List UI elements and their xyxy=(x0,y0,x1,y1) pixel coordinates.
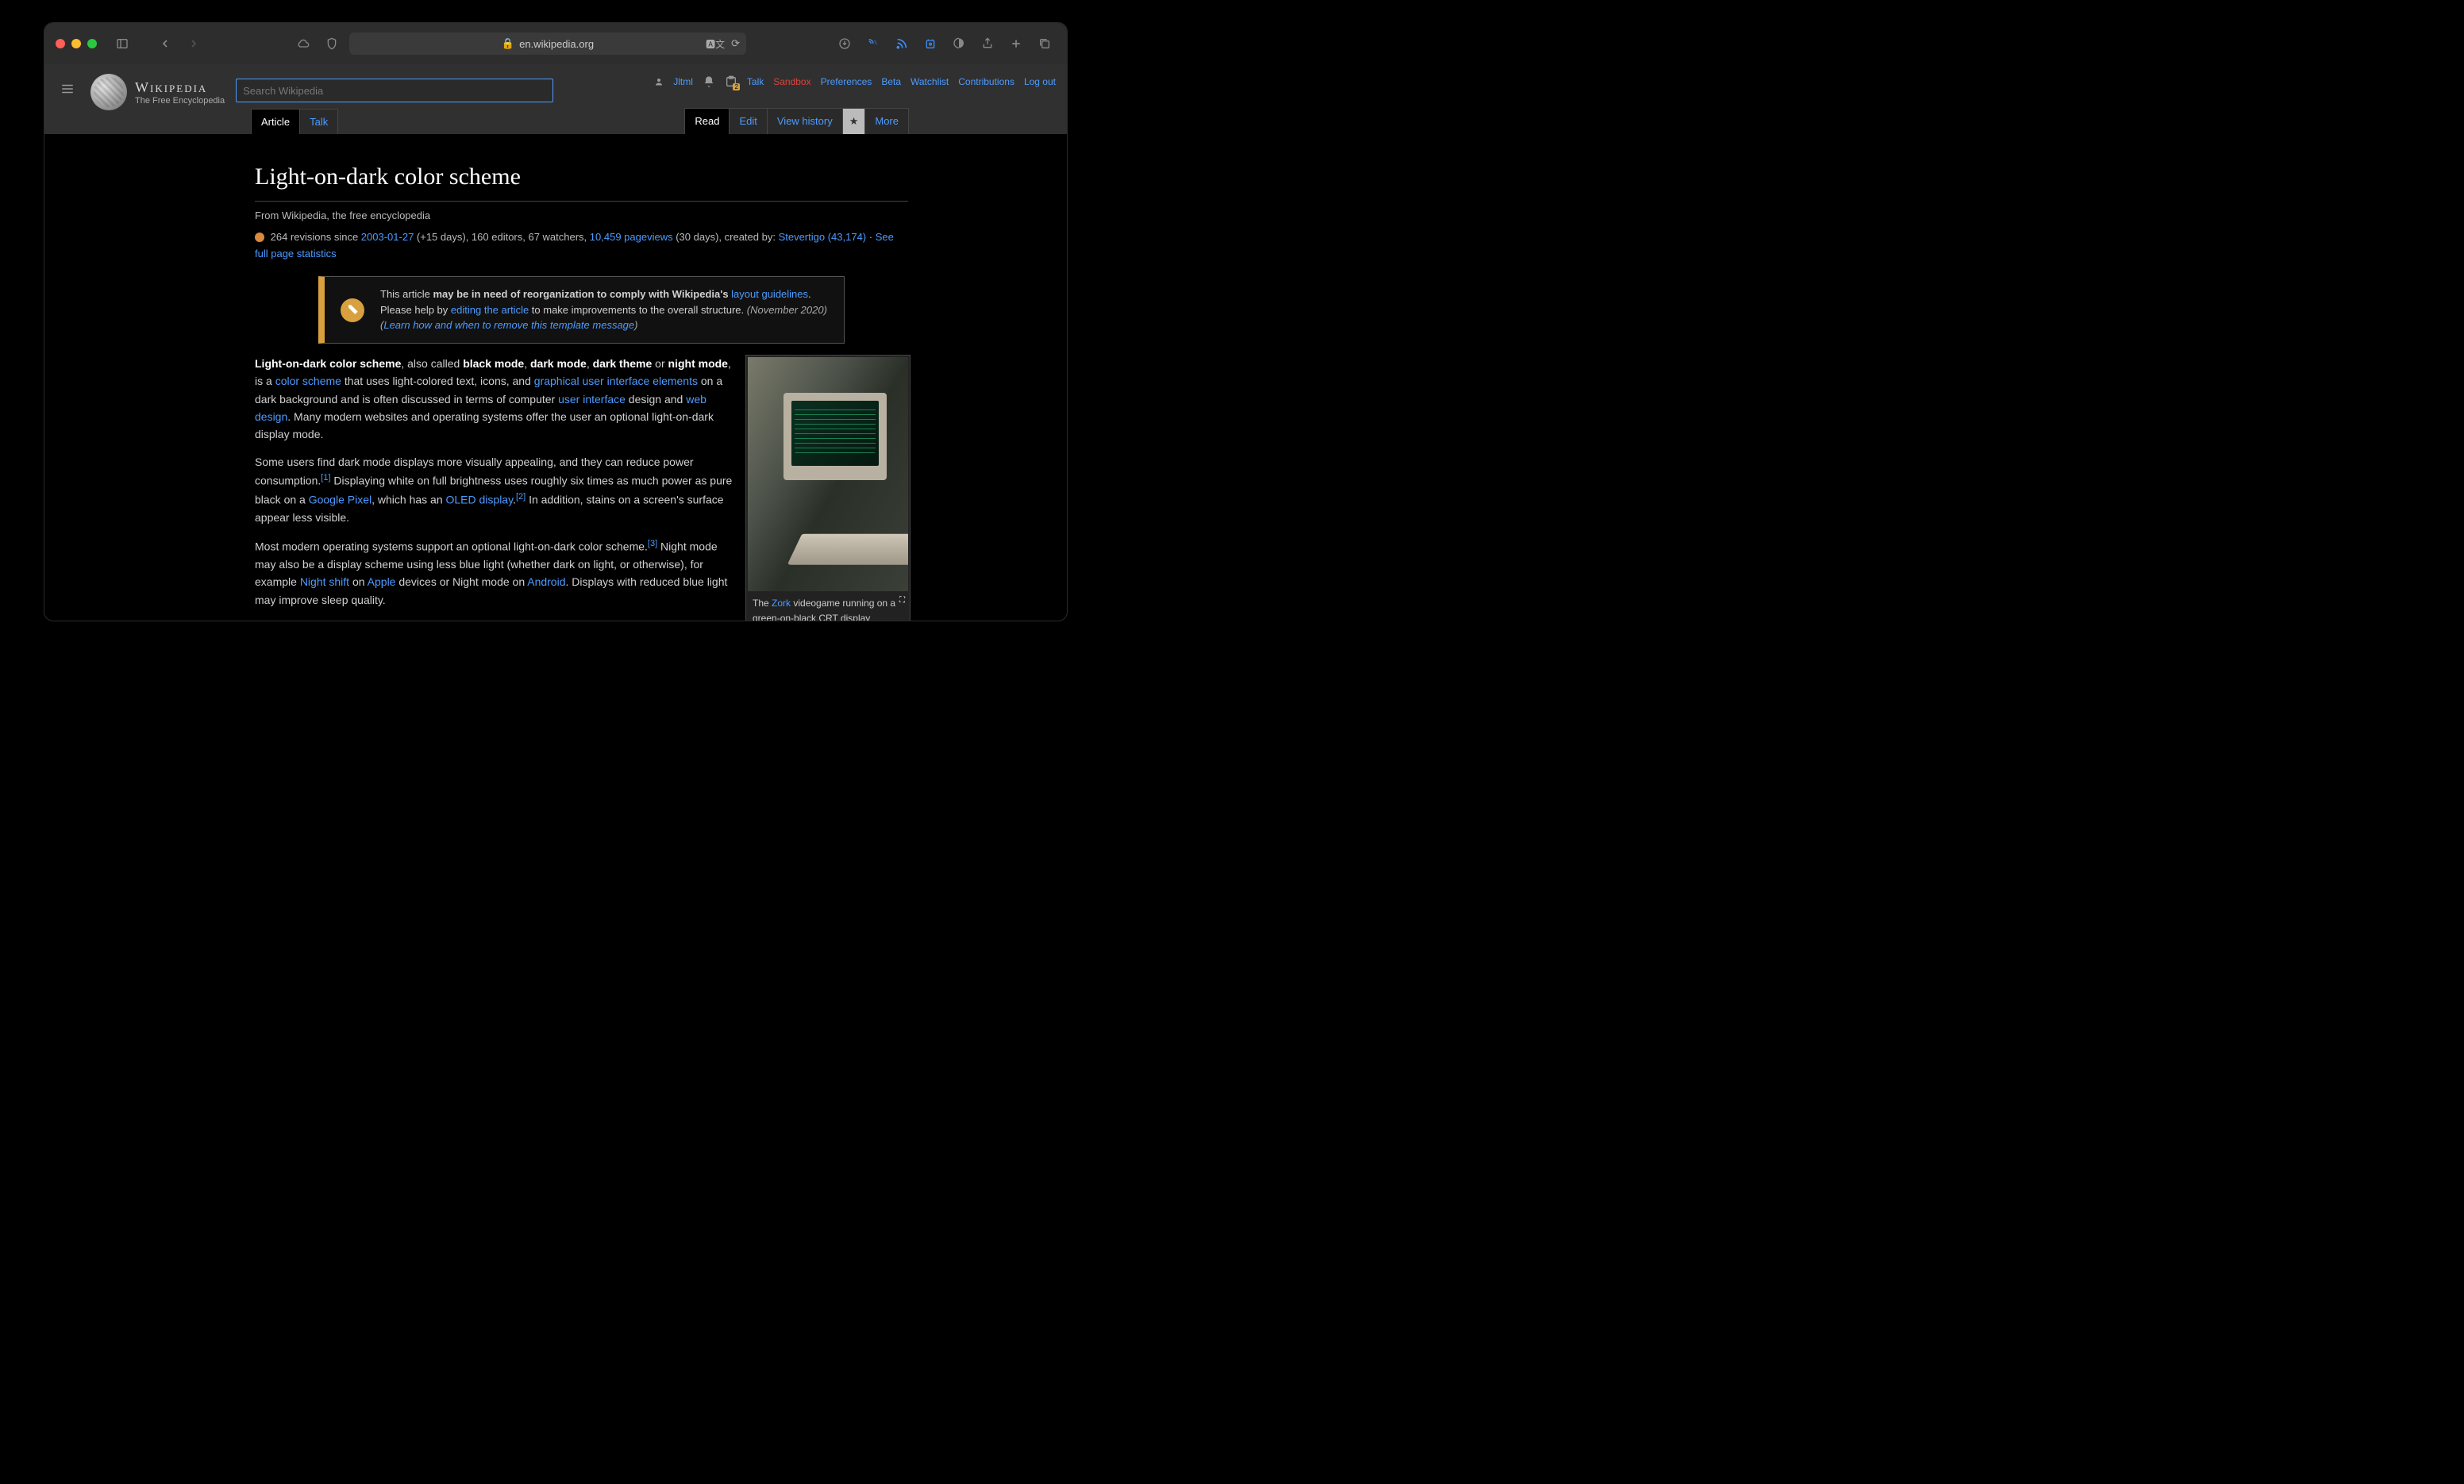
talk-link[interactable]: Talk xyxy=(747,76,764,87)
stats-creator-link[interactable]: Stevertigo xyxy=(779,231,826,243)
user-links: Jltml Talk Sandbox Preferences Beta Watc… xyxy=(654,75,1056,88)
zork-link[interactable]: Zork xyxy=(772,598,791,609)
globe-icon xyxy=(90,74,127,110)
brand-name: Wikipedia xyxy=(135,79,225,96)
sidebar-toggle-button[interactable] xyxy=(111,33,133,55)
page-subtitle: From Wikipedia, the free encyclopedia xyxy=(255,208,908,225)
android-link[interactable]: Android xyxy=(527,575,565,588)
lock-icon: 🔒 xyxy=(502,37,514,50)
maximize-window-button[interactable] xyxy=(87,39,97,48)
tab-more[interactable]: More xyxy=(864,108,909,134)
stats-pageviews-link[interactable]: 10,459 pageviews xyxy=(590,231,673,243)
extension-icon[interactable] xyxy=(919,33,941,55)
new-tab-button[interactable] xyxy=(1005,33,1027,55)
ref-2[interactable]: [2] xyxy=(516,492,526,502)
search-input[interactable]: Search Wikipedia xyxy=(236,79,553,102)
bell-icon[interactable] xyxy=(703,75,715,88)
contributions-link[interactable]: Contributions xyxy=(958,76,1014,87)
browser-window: 🔒 en.wikipedia.org 🅰︎文 ⟳ Wikipedia The F… xyxy=(44,22,1068,621)
cloud-icon[interactable] xyxy=(292,33,314,55)
back-button[interactable] xyxy=(154,33,176,55)
gui-elements-link[interactable]: graphical user interface elements xyxy=(534,375,698,387)
notice-guidelines-link[interactable]: layout guidelines xyxy=(731,288,808,300)
stats-bullet-icon xyxy=(255,233,264,242)
close-window-button[interactable] xyxy=(56,39,65,48)
cleanup-notice: This article may be in need of reorganiz… xyxy=(318,276,845,344)
crt-image[interactable] xyxy=(748,357,908,591)
infobox-caption: ⛶ The Zork videogame running on a green-… xyxy=(748,591,908,621)
airplay-button[interactable] xyxy=(862,33,884,55)
minimize-window-button[interactable] xyxy=(71,39,81,48)
tab-overview-button[interactable] xyxy=(1034,33,1056,55)
ref-3[interactable]: [3] xyxy=(648,539,657,548)
night-shift-link[interactable]: Night shift xyxy=(300,575,349,588)
url-text: en.wikipedia.org xyxy=(519,38,594,50)
url-bar[interactable]: 🔒 en.wikipedia.org 🅰︎文 ⟳ xyxy=(349,33,746,55)
beta-link[interactable]: Beta xyxy=(881,76,901,87)
reload-button[interactable]: ⟳ xyxy=(731,37,740,51)
wikipedia-logo[interactable]: Wikipedia The Free Encyclopedia xyxy=(90,74,225,110)
downloads-button[interactable] xyxy=(834,33,856,55)
apple-link[interactable]: Apple xyxy=(368,575,396,588)
stats-creator-id-link[interactable]: (43,174) xyxy=(825,231,866,243)
user-icon xyxy=(654,77,664,87)
wikipedia-header: Wikipedia The Free Encyclopedia Search W… xyxy=(44,64,1067,134)
user-interface-link[interactable]: user interface xyxy=(558,393,626,406)
watchlist-link[interactable]: Watchlist xyxy=(911,76,949,87)
article-content: Light-on-dark color scheme From Wikipedi… xyxy=(44,134,1067,621)
google-pixel-link[interactable]: Google Pixel xyxy=(309,494,372,506)
notice-learn-link[interactable]: Learn how and when to remove this templa… xyxy=(383,319,634,331)
brand-tagline: The Free Encyclopedia xyxy=(135,96,225,106)
oled-display-link[interactable]: OLED display xyxy=(446,494,514,506)
reader-button[interactable] xyxy=(948,33,970,55)
menu-button[interactable] xyxy=(56,77,79,101)
username-link[interactable]: Jltml xyxy=(673,76,693,87)
tab-talk[interactable]: Talk xyxy=(299,109,338,134)
notice-edit-link[interactable]: editing the article xyxy=(451,304,529,316)
page-stats: 264 revisions since 2003-01-27 (+15 days… xyxy=(255,229,908,263)
notifications-icon[interactable] xyxy=(725,75,737,88)
stats-date-link[interactable]: 2003-01-27 xyxy=(361,231,414,243)
ref-1[interactable]: [1] xyxy=(321,473,330,482)
rss-icon[interactable] xyxy=(891,33,913,55)
window-controls xyxy=(56,39,97,48)
expand-icon[interactable]: ⛶ xyxy=(899,594,905,607)
privacy-report-button[interactable] xyxy=(321,33,343,55)
page-tabs-right: Read Edit View history ★ More xyxy=(684,108,908,134)
notice-icon xyxy=(341,298,364,322)
share-button[interactable] xyxy=(976,33,999,55)
tab-watch-star[interactable]: ★ xyxy=(842,108,866,134)
tab-article[interactable]: Article xyxy=(251,109,300,134)
sandbox-link[interactable]: Sandbox xyxy=(773,76,810,87)
preferences-link[interactable]: Preferences xyxy=(821,76,872,87)
infobox-image: ⛶ The Zork videogame running on a green-… xyxy=(745,355,911,621)
translate-icon[interactable]: 🅰︎文 xyxy=(706,37,725,51)
browser-toolbar: 🔒 en.wikipedia.org 🅰︎文 ⟳ xyxy=(44,23,1067,64)
page-tabs-left: Article Talk xyxy=(251,109,337,134)
forward-button[interactable] xyxy=(183,33,205,55)
tab-read[interactable]: Read xyxy=(684,108,730,134)
logout-link[interactable]: Log out xyxy=(1024,76,1056,87)
page-title: Light-on-dark color scheme xyxy=(255,158,908,202)
tab-edit[interactable]: Edit xyxy=(729,108,767,134)
tab-history[interactable]: View history xyxy=(767,108,843,134)
color-scheme-link[interactable]: color scheme xyxy=(275,375,341,387)
